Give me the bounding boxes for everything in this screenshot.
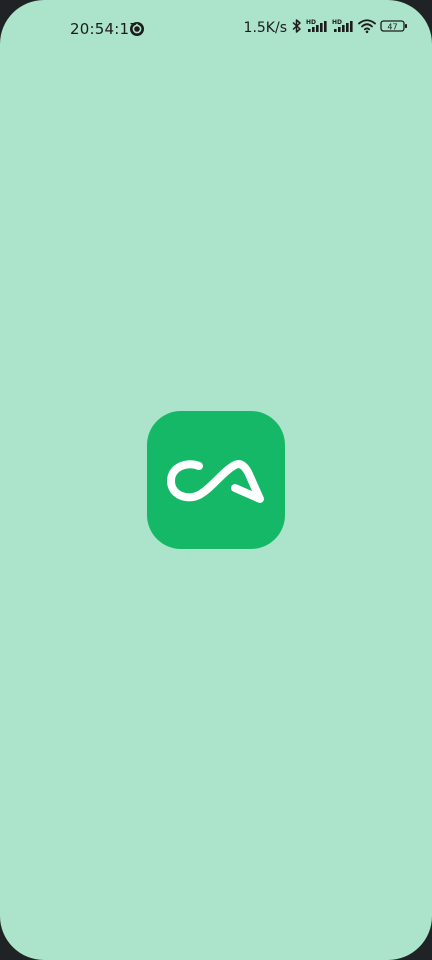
bluetooth-icon	[292, 18, 302, 38]
signal-icon: HD	[306, 18, 328, 38]
app-logo	[147, 411, 285, 549]
signal-hd-label: HD	[306, 19, 316, 26]
splash-screen: 20:54:17 1.5K/s HD HD 47	[0, 0, 432, 960]
sync-icon	[129, 21, 145, 37]
status-bar: 20:54:17 1.5K/s HD HD 47	[0, 0, 432, 60]
signal-icon: HD	[332, 18, 354, 38]
app-logo-icon	[167, 460, 264, 503]
battery-level: 47	[387, 22, 397, 31]
signal-hd-label: HD	[332, 19, 342, 26]
network-speed: 1.5K/s	[243, 20, 287, 36]
wifi-icon	[358, 18, 376, 38]
status-right-cluster: 1.5K/s HD HD 47	[244, 18, 408, 38]
battery-icon: 47	[380, 18, 408, 38]
